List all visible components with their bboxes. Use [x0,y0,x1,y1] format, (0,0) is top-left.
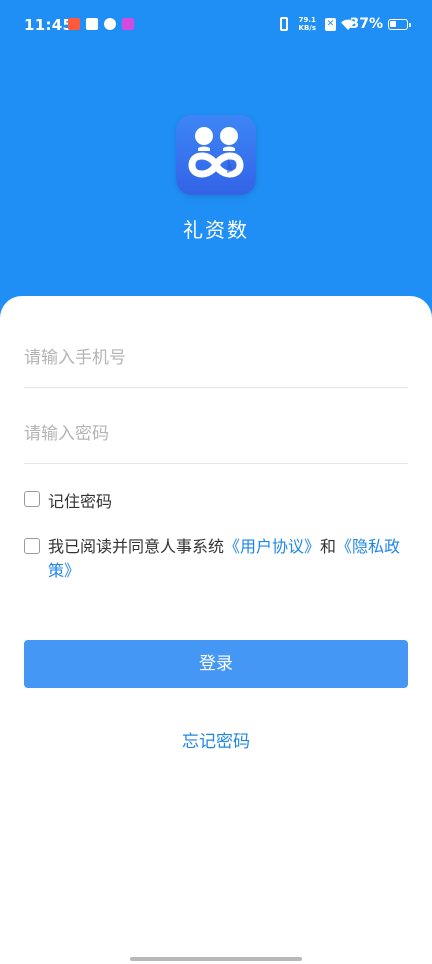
forgot-password-link[interactable]: 忘记密码 [0,727,432,752]
home-indicator[interactable] [130,957,302,961]
login-card [0,296,432,964]
notification-calendar-icon [86,18,98,30]
header-banner: 11:45 79.1 KB/s ✕ 37% 礼资数 [0,0,432,330]
remember-password-checkbox[interactable] [24,491,40,507]
status-time: 11:45 [24,16,74,34]
notification-check-icon [104,18,116,30]
phone-field [24,328,408,388]
network-speed-unit: KB/s [298,24,316,32]
phone-input[interactable] [24,338,408,378]
agreement-and: 和 [320,537,337,556]
status-indicators: 79.1 KB/s ✕ 37% [248,15,411,35]
agreement-text: 我已阅读并同意人事系统《用户协议》和《隐私政策》 [48,535,408,583]
app-name: 礼资数 [183,218,249,242]
remember-password-label: 记住密码 [48,492,113,511]
login-button[interactable]: 登录 [24,640,408,688]
notification-chat-icon [122,18,134,30]
battery-fill [390,21,396,27]
vibrate-icon [280,17,288,31]
password-input[interactable] [24,414,408,454]
status-bar: 11:45 79.1 KB/s ✕ 37% [0,0,432,52]
user-agreement-link[interactable]: 《用户协议》 [224,537,320,556]
password-field [24,404,408,464]
network-speed: 79.1 KB/s [299,16,316,32]
network-speed-value: 79.1 [298,16,316,24]
battery-percent: 37% [349,16,383,32]
battery-nub [409,22,411,27]
app-logo-icon [176,115,256,195]
infinity-people-logo-icon [176,115,256,195]
agreement-checkbox[interactable] [24,538,40,554]
battery-icon [388,19,411,30]
notification-app-icon [68,18,80,30]
no-sim-icon: ✕ [325,18,336,31]
agreement-prefix: 我已阅读并同意人事系统 [48,537,225,556]
